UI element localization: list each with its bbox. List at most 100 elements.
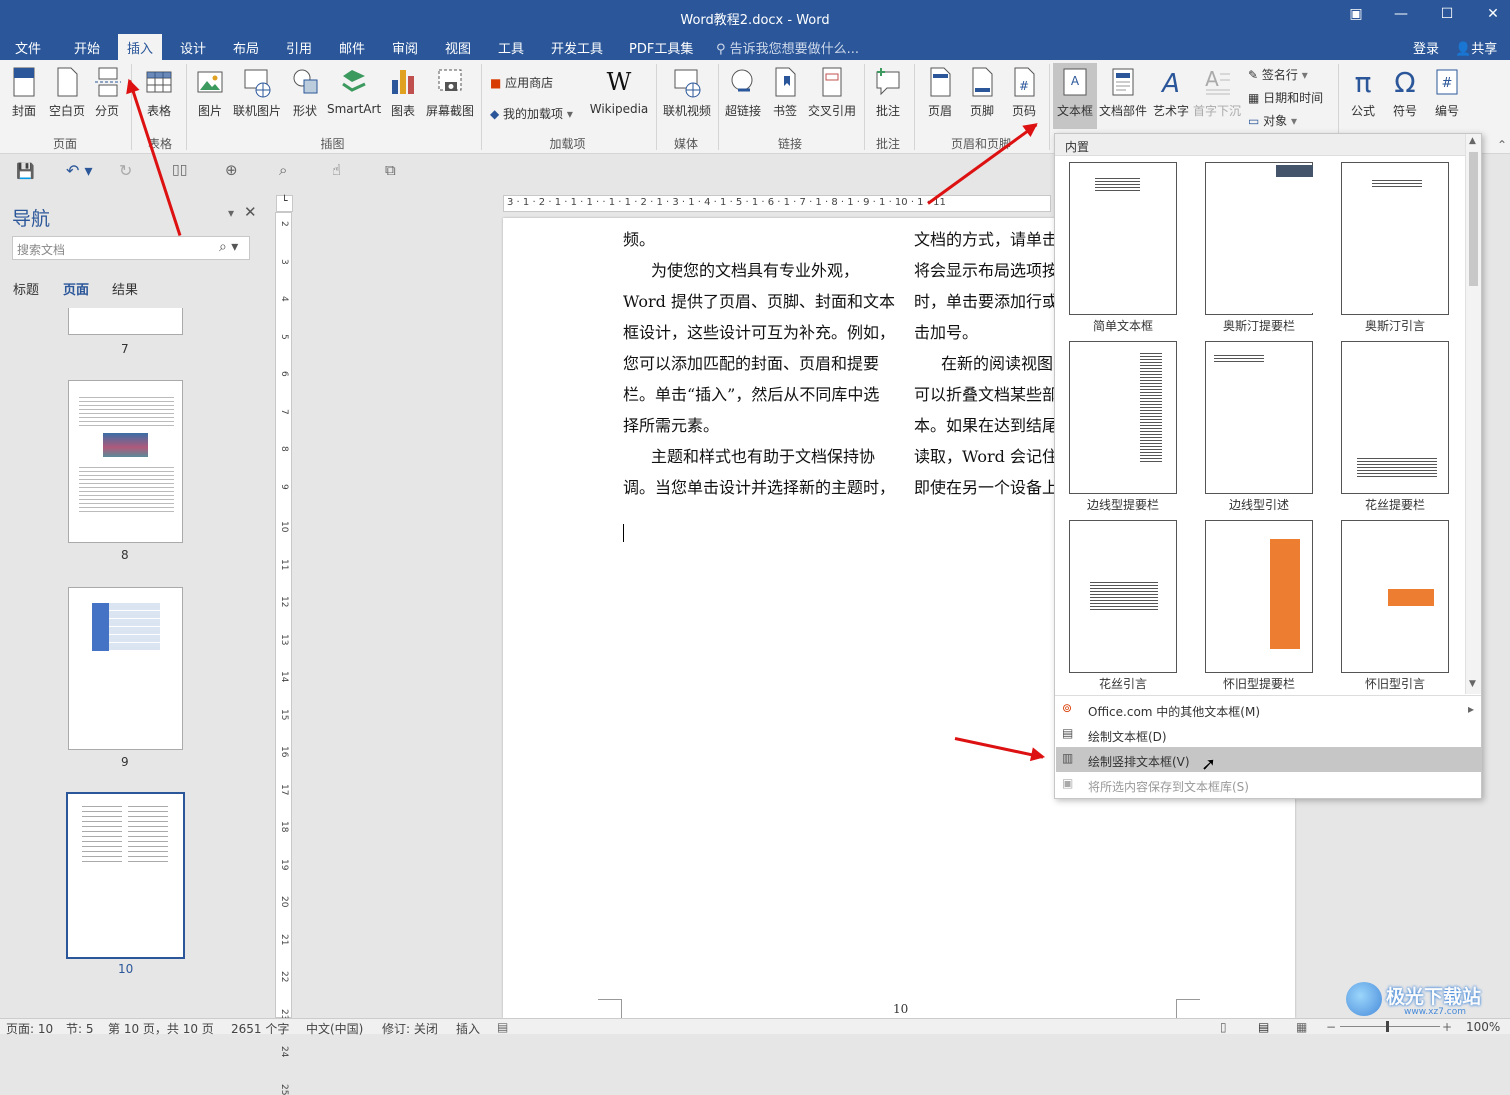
comment-button[interactable]: 批注 — [872, 66, 904, 119]
page-thumbnail[interactable] — [68, 308, 183, 335]
tab-references[interactable]: 引用 — [286, 38, 312, 57]
textbox-style-thumbnail[interactable] — [1205, 162, 1313, 315]
scroll-up-icon[interactable]: ▲ — [1469, 136, 1476, 146]
textbox-style-thumbnail[interactable] — [1341, 520, 1449, 673]
tab-mailings[interactable]: 邮件 — [339, 38, 365, 57]
search-input[interactable]: 搜索文档 ⌕ ▾ — [12, 236, 250, 260]
draw-vertical-textbox-menu-item[interactable]: ▥ 绘制竖排文本框(V) — [1056, 747, 1482, 772]
wordart-button[interactable]: A 艺术字 — [1151, 66, 1191, 119]
quick-parts-button[interactable]: 文档部件 — [1098, 66, 1148, 119]
cross-reference-button[interactable]: 交叉引用 — [806, 66, 858, 119]
redo-icon[interactable]: ↻ — [119, 161, 132, 180]
tab-developer[interactable]: 开发工具 — [551, 38, 603, 57]
online-video-button[interactable]: 联机视频 — [661, 66, 713, 119]
textbox-style-thumbnail[interactable] — [1069, 162, 1177, 315]
web-layout-view-icon[interactable]: ▦ — [1296, 1020, 1307, 1034]
table-button[interactable]: 表格 — [143, 66, 175, 119]
customize-icon[interactable]: ⧉ — [385, 161, 396, 179]
number-button[interactable]: # 编号 — [1430, 66, 1464, 119]
footer-button[interactable]: 页脚 — [966, 66, 998, 119]
read-mode-icon[interactable]: ▯▯ — [172, 162, 187, 178]
textbox-style-thumbnail[interactable] — [1205, 520, 1313, 673]
screenshot-button[interactable]: 屏幕截图 — [425, 66, 475, 119]
gallery-scrollbar[interactable]: ▲ ▼ — [1465, 134, 1481, 694]
tab-home[interactable]: 开始 — [74, 38, 100, 57]
status-section[interactable]: 节: 5 — [66, 1020, 94, 1037]
date-time-button[interactable]: ▦ 日期和时间 — [1248, 89, 1323, 106]
page-thumbnail-current[interactable] — [66, 792, 185, 959]
horizontal-ruler[interactable]: 3 · 1 · 2 · 1 · 1 · 1 · · 1 · 1 · 2 · 1 … — [503, 195, 1051, 212]
textbox-style-thumbnail[interactable] — [1341, 341, 1449, 494]
page-thumbnail[interactable] — [68, 380, 183, 543]
status-track-changes[interactable]: 修订: 关闭 — [382, 1020, 438, 1037]
status-word-count[interactable]: 2651 个字 — [231, 1020, 289, 1037]
tab-view[interactable]: 视图 — [445, 38, 471, 57]
scrollbar-thumb[interactable] — [1469, 152, 1478, 286]
textbox-style-thumbnail[interactable] — [1069, 341, 1177, 494]
zoom-in-icon[interactable]: + — [1442, 1020, 1452, 1034]
print-preview-icon[interactable]: ⌕ — [279, 161, 287, 179]
object-button[interactable]: ▭ 对象 ▾ — [1248, 112, 1297, 129]
zoom-slider-thumb[interactable] — [1386, 1021, 1389, 1032]
textbox-style-thumbnail[interactable] — [1069, 520, 1177, 673]
page-break-button[interactable]: 分页 — [93, 66, 121, 119]
drop-cap-button[interactable]: A 首字下沉 — [1192, 66, 1242, 119]
zoom-slider[interactable] — [1340, 1026, 1440, 1027]
online-pictures-button[interactable]: 联机图片 — [231, 66, 283, 119]
page-number-button[interactable]: # 页码 — [1008, 66, 1040, 119]
pictures-button[interactable]: 图片 — [194, 66, 226, 119]
tab-review[interactable]: 审阅 — [392, 38, 418, 57]
symbol-button[interactable]: Ω 符号 — [1388, 66, 1422, 119]
close-button[interactable]: ✕ — [1478, 6, 1508, 28]
nav-options-icon[interactable]: ▾ — [228, 206, 234, 220]
chart-button[interactable]: 图表 — [388, 66, 418, 119]
vertical-ruler[interactable]: 2 3 4 5 6 7 8 9 10 11 12 13 14 15 16 17 18 19 20 21 22 23 24 25 — [275, 212, 292, 1095]
textbox-style-thumbnail[interactable] — [1341, 162, 1449, 315]
close-icon[interactable]: ✕ — [244, 203, 257, 221]
web-layout-icon[interactable]: ⊕ — [225, 161, 238, 179]
textbox-style-thumbnail[interactable] — [1205, 341, 1313, 494]
undo-icon[interactable]: ↶ ▾ — [66, 161, 93, 180]
cover-page-button[interactable]: 封面 — [8, 66, 40, 119]
status-language[interactable]: 中文(中国) — [306, 1020, 363, 1037]
tab-insert[interactable]: 插入 — [118, 34, 163, 60]
page-thumbnail[interactable] — [68, 587, 183, 750]
signature-line-button[interactable]: ✎ 签名行 ▾ — [1248, 66, 1308, 83]
text-box-button[interactable]: A 文本框 — [1053, 63, 1097, 129]
tab-headings[interactable]: 标题 — [13, 279, 39, 298]
tab-pdf-tools[interactable]: PDF工具集 — [629, 38, 693, 57]
maximize-button[interactable]: ☐ — [1432, 6, 1462, 28]
status-page[interactable]: 页面: 10 — [6, 1020, 53, 1037]
minimize-button[interactable]: — — [1386, 6, 1416, 28]
share-button[interactable]: 👤共享 — [1455, 38, 1497, 57]
smartart-button[interactable]: SmartArt — [327, 66, 381, 116]
tab-tools[interactable]: 工具 — [498, 38, 524, 57]
my-addins-button[interactable]: ◆ 我的加载项 ▾ — [490, 105, 573, 122]
macro-icon[interactable]: ▤ — [497, 1020, 508, 1034]
login-button[interactable]: 登录 — [1413, 38, 1439, 57]
shapes-button[interactable]: 形状 — [289, 66, 321, 119]
tab-pages[interactable]: 页面 — [63, 279, 89, 298]
print-layout-view-icon[interactable]: ▤ — [1258, 1020, 1269, 1034]
save-icon[interactable]: 💾 — [16, 162, 35, 180]
tab-design[interactable]: 设计 — [180, 38, 206, 57]
store-button[interactable]: ■ 应用商店 — [490, 74, 553, 91]
zoom-out-icon[interactable]: − — [1326, 1020, 1336, 1034]
tab-selector[interactable]: └ — [276, 195, 293, 212]
read-mode-view-icon[interactable]: ▯ — [1220, 1020, 1227, 1034]
more-textboxes-menu-item[interactable]: ⊚ Office.com 中的其他文本框(M) ▸ — [1056, 697, 1482, 722]
zoom-level[interactable]: 100% — [1466, 1020, 1500, 1034]
bookmark-button[interactable]: 书签 — [770, 66, 800, 119]
blank-page-button[interactable]: 空白页 — [47, 66, 87, 119]
ribbon-display-options-button[interactable]: ▣ — [1341, 6, 1371, 28]
wikipedia-button[interactable]: W Wikipedia — [588, 66, 650, 116]
draw-textbox-menu-item[interactable]: ▤ 绘制文本框(D) — [1056, 722, 1482, 747]
hyperlink-button[interactable]: 超链接 — [724, 66, 762, 119]
tell-me-search[interactable]: ⚲ 告诉我您想要做什么... — [716, 38, 859, 57]
tab-results[interactable]: 结果 — [112, 279, 138, 298]
collapse-ribbon-icon[interactable]: ⌃ — [1497, 138, 1507, 152]
header-button[interactable]: 页眉 — [924, 66, 956, 119]
scroll-down-icon[interactable]: ▼ — [1469, 679, 1476, 689]
tab-file[interactable]: 文件 — [15, 38, 41, 57]
equation-button[interactable]: π 公式 — [1346, 66, 1380, 119]
